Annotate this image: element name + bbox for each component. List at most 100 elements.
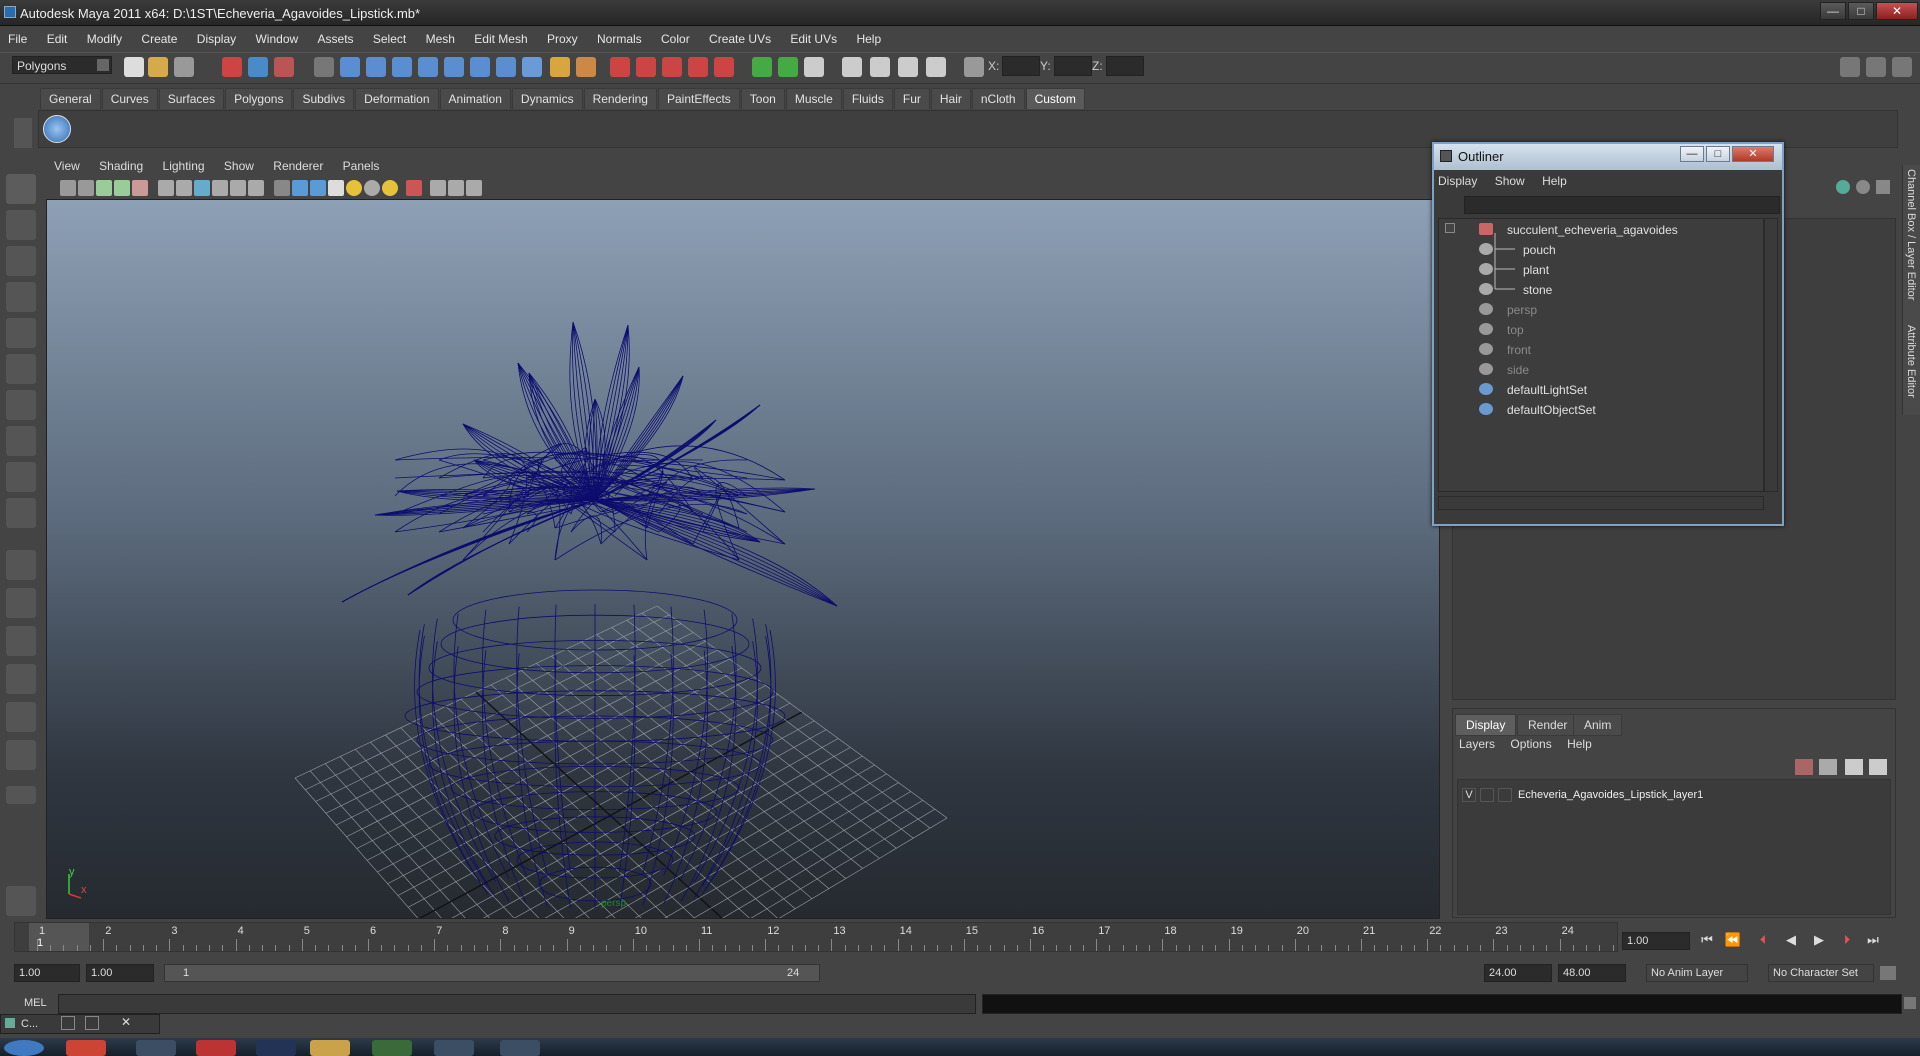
lock-icon[interactable]	[550, 57, 570, 77]
step-back-key-icon[interactable]: ⏪	[1722, 932, 1744, 950]
layer-tab-display[interactable]: Display	[1455, 714, 1517, 736]
minimized-window[interactable]: C... ✕	[0, 1014, 160, 1034]
y-field[interactable]	[1054, 56, 1092, 76]
script-editor-icon[interactable]	[1904, 997, 1916, 1009]
viewport-menu-lighting[interactable]: Lighting	[155, 157, 213, 173]
shelf-tab-muscle[interactable]: Muscle	[785, 88, 842, 109]
restore-icon[interactable]	[61, 1016, 75, 1030]
menu-create-uvs[interactable]: Create UVs	[701, 28, 779, 46]
gate-mask-icon[interactable]	[194, 180, 210, 196]
current-time-field[interactable]: 1.00	[1622, 932, 1690, 950]
shadows-icon[interactable]	[382, 180, 398, 196]
shelf-tab-general[interactable]: General	[40, 88, 101, 109]
menu-edit-uvs[interactable]: Edit UVs	[782, 28, 845, 46]
viewport-menu-panels[interactable]: Panels	[335, 157, 388, 173]
snap-curve-icon[interactable]	[366, 57, 386, 77]
wireframe-icon[interactable]	[274, 180, 290, 196]
graph-layout-icon[interactable]	[6, 664, 36, 694]
shelf-tab-rendering[interactable]: Rendering	[583, 88, 657, 109]
move-layer-up-icon[interactable]	[1845, 759, 1863, 775]
four-view-layout-icon[interactable]	[6, 588, 36, 618]
menu-set-dropdown[interactable]: Polygons	[12, 56, 112, 74]
single-view-layout-icon[interactable]	[6, 550, 36, 580]
go-to-start-icon[interactable]: ⏮	[1696, 932, 1718, 950]
manipulator-tool-icon[interactable]	[6, 390, 36, 420]
explorer-taskbar-icon[interactable]	[310, 1040, 350, 1056]
tool-taskbar-icon[interactable]	[500, 1040, 540, 1056]
bookmark-icon[interactable]	[96, 180, 112, 196]
shelf-tab-ncloth[interactable]: nCloth	[971, 88, 1025, 109]
shelf-tab-fur[interactable]: Fur	[893, 88, 930, 109]
transform-mode-icon[interactable]	[964, 57, 984, 77]
outliner-titlebar[interactable]: Outliner — □ ✕	[1434, 144, 1782, 170]
ipr-render-icon[interactable]	[636, 57, 656, 77]
close-icon[interactable]: ✕	[121, 1015, 131, 1029]
xray-icon[interactable]	[430, 180, 446, 196]
animation-end-field[interactable]: 48.00	[1558, 964, 1626, 982]
outliner-close-button[interactable]: ✕	[1732, 146, 1774, 162]
menu-edit-mesh[interactable]: Edit Mesh	[466, 28, 535, 46]
layer-menu-layers[interactable]: Layers	[1459, 737, 1495, 751]
show-manipulator-icon[interactable]	[6, 462, 36, 492]
shelf-tab-hair[interactable]: Hair	[930, 88, 971, 109]
scale-tool-icon[interactable]	[6, 354, 36, 384]
move-layer-down-icon[interactable]	[1869, 759, 1887, 775]
image-viewer-taskbar-icon[interactable]	[372, 1040, 412, 1056]
menu-window[interactable]: Window	[247, 28, 306, 46]
hypershade-layout-icon[interactable]	[6, 702, 36, 732]
shelf-tab-deformation[interactable]: Deformation	[355, 88, 439, 109]
minimize-button[interactable]: —	[1820, 2, 1846, 20]
safe-title-icon[interactable]	[248, 180, 264, 196]
quick-layout-icon[interactable]	[6, 886, 36, 916]
selection-mask-icon[interactable]	[314, 57, 334, 77]
viewport-menu-show[interactable]: Show	[216, 157, 262, 173]
rotate-tool-icon[interactable]	[6, 318, 36, 348]
menu-file[interactable]: File	[0, 28, 35, 46]
play-forwards-icon[interactable]: ▶	[1808, 932, 1830, 950]
menu-display[interactable]: Display	[189, 28, 244, 46]
resolution-gate-vp-icon[interactable]	[176, 180, 192, 196]
outliner-maximize-button[interactable]: □	[1706, 146, 1730, 162]
menu-help[interactable]: Help	[848, 28, 889, 46]
range-slider[interactable]: 1 24	[164, 964, 820, 982]
attribute-editor-tab[interactable]: Attribute Editor	[1905, 325, 1917, 398]
collapse-toggle-icon[interactable]	[1445, 223, 1455, 233]
step-back-frame-icon[interactable]: ⏴	[1752, 932, 1774, 950]
channel-box-icon[interactable]	[1836, 180, 1850, 194]
default-light-icon[interactable]	[346, 180, 362, 196]
new-layer-selected-icon[interactable]	[1819, 759, 1837, 775]
resolution-gate-icon[interactable]	[898, 57, 918, 77]
soft-mod-icon[interactable]	[6, 426, 36, 456]
shelf-tab-curves[interactable]: Curves	[101, 88, 158, 109]
app-taskbar-icon[interactable]	[136, 1040, 176, 1056]
step-forward-frame-icon[interactable]: ⏵	[1836, 932, 1858, 950]
maximize-icon[interactable]	[85, 1016, 99, 1030]
snap-point-icon[interactable]	[392, 57, 412, 77]
pin-icon[interactable]	[1876, 180, 1890, 194]
isolate-select-icon[interactable]	[406, 180, 422, 196]
checkmark-icon[interactable]	[43, 115, 71, 143]
snap-plane-icon[interactable]	[418, 57, 438, 77]
render-view-icon[interactable]	[714, 57, 734, 77]
show-tool-settings-icon[interactable]	[1866, 57, 1886, 77]
mel-input[interactable]	[58, 994, 976, 1014]
render-frame-icon[interactable]	[610, 57, 630, 77]
show-attribute-editor-icon[interactable]	[1840, 57, 1860, 77]
auto-key-icon[interactable]	[1880, 966, 1896, 980]
outliner-search-field[interactable]	[1464, 196, 1780, 214]
layer-menu-help[interactable]: Help	[1567, 737, 1592, 751]
select-tool-icon[interactable]	[6, 174, 36, 204]
network-taskbar-icon[interactable]	[434, 1040, 474, 1056]
animation-start-field[interactable]: 1.00	[14, 964, 80, 982]
z-field[interactable]	[1106, 56, 1144, 76]
character-set-dropdown[interactable]: No Character Set	[1768, 964, 1874, 982]
snap-together-icon[interactable]	[496, 57, 516, 77]
outliner-horizontal-scrollbar[interactable]	[1438, 496, 1764, 510]
menu-modify[interactable]: Modify	[79, 28, 130, 46]
shelf-tab-painteffects[interactable]: PaintEffects	[657, 88, 740, 109]
close-button[interactable]: ✕	[1876, 2, 1918, 20]
layer-tab-anim[interactable]: Anim	[1573, 714, 1623, 736]
shelf-tab-custom[interactable]: Custom	[1025, 88, 1085, 109]
viewport-menu-renderer[interactable]: Renderer	[265, 157, 331, 173]
new-layer-icon[interactable]	[1795, 759, 1813, 775]
